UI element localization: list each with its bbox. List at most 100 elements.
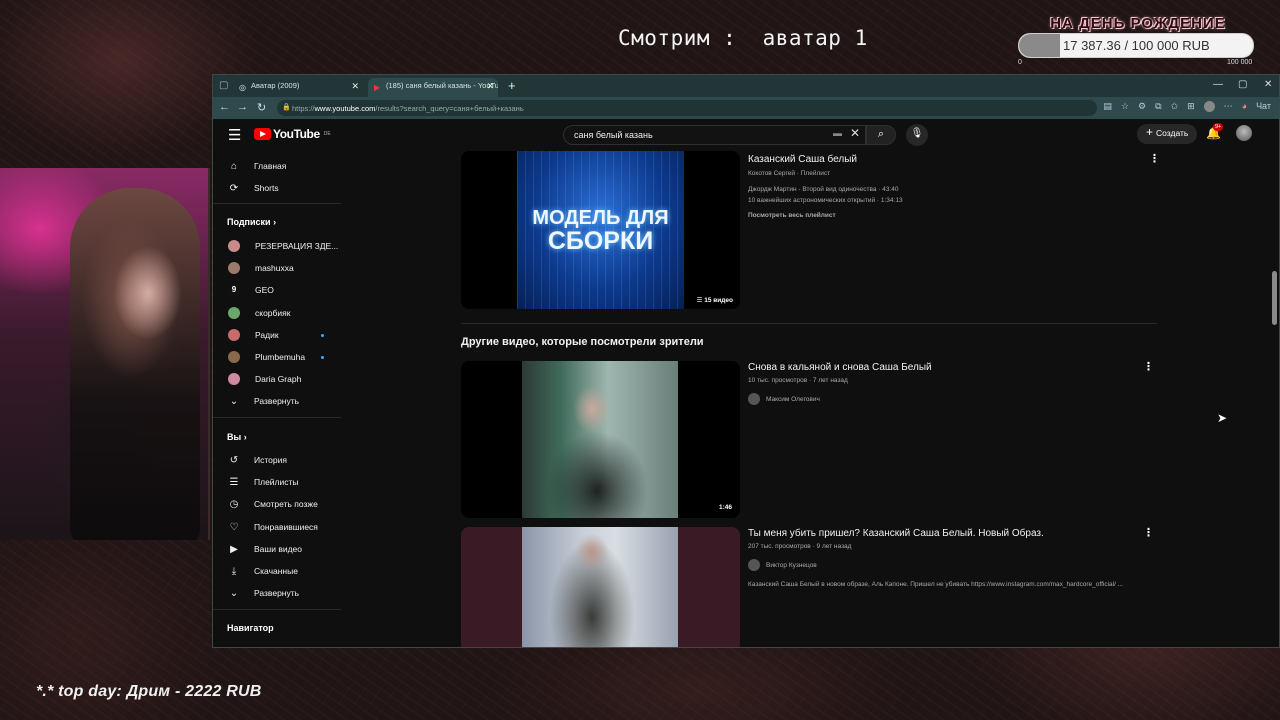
minimize-icon[interactable]: — — [1213, 79, 1223, 90]
plus-icon: + — [1146, 125, 1154, 139]
reload-icon[interactable]: ↻ — [257, 101, 266, 114]
you-header[interactable]: Вы › — [227, 432, 247, 442]
sidebar-item-expand[interactable]: ⌄ Развернуть — [227, 584, 299, 602]
tab-youtube[interactable]: ▶ (185) саня белый казань - YouTube ✕ — [368, 78, 498, 97]
back-icon[interactable]: ← — [219, 101, 230, 113]
sidebar-subscription[interactable]: РЕЗЕРВАЦИЯ ЗДЕ... — [227, 237, 338, 255]
channel-avatar — [228, 262, 240, 274]
sidebar-item-your-videos[interactable]: ▶ Ваши видео — [227, 540, 302, 558]
subscriptions-header[interactable]: Подписки › — [227, 217, 276, 227]
sidebar-subscription[interactable]: Радик — [227, 326, 324, 344]
youtube-favicon-icon: ▶ — [374, 83, 381, 92]
like-icon: ♡ — [229, 521, 239, 533]
split-screen-icon[interactable]: ⧉ — [1155, 101, 1161, 112]
sidebar-subscription[interactable]: 9 GEO — [227, 281, 274, 299]
youtube-logo[interactable]: YouTube DE — [254, 127, 331, 141]
channel-avatar: 9 — [228, 284, 240, 296]
video-channel[interactable]: Виктор Кузнецов — [748, 559, 817, 571]
tab-avatar[interactable]: ◎ Аватар (2009) ✕ — [233, 78, 363, 97]
favorites-icon[interactable]: ✩ — [1171, 101, 1179, 112]
video-title[interactable]: Снова в кальяной и снова Саша Белый — [748, 362, 932, 373]
maximize-icon[interactable]: ▢ — [1238, 79, 1247, 90]
more-actions-icon[interactable]: ⋮ — [1149, 152, 1160, 165]
more-actions-icon[interactable]: ⋮ — [1143, 360, 1154, 373]
video-channel[interactable]: Максим Олегович — [748, 393, 820, 405]
playlist-meta: Кокотов Сергей · Плейлист — [748, 170, 831, 177]
sidebar-subscription[interactable]: Plumbemuha — [227, 348, 324, 366]
sidebar-divider — [213, 203, 341, 204]
sidebar-item-watch-later[interactable]: ◷ Смотреть позже — [227, 495, 318, 513]
page-scrollbar[interactable] — [1272, 119, 1277, 647]
chat-label[interactable]: Чат — [1256, 101, 1271, 112]
account-avatar[interactable] — [1236, 125, 1252, 141]
voice-search-button[interactable]: 🎙 — [906, 124, 928, 146]
video-description: Казанский Саша Белый в новом образе, Аль… — [748, 581, 1124, 588]
address-bar-row: ← → ↻ 🔒 https://www.youtube.com/results?… — [213, 97, 1279, 119]
close-window-icon[interactable]: ✕ — [1264, 79, 1272, 90]
donation-goal-max: 100 000 — [1227, 59, 1253, 66]
playlist-item[interactable]: Джордж Мартин - Второй вид одиночества ·… — [748, 186, 899, 193]
close-tab-icon[interactable]: ✕ — [351, 81, 359, 92]
video-thumbnail[interactable]: 1:46 — [461, 361, 740, 518]
microphone-icon: 🎙 — [910, 128, 924, 139]
scrollbar-thumb[interactable] — [1272, 271, 1277, 325]
webcam-feed — [0, 168, 210, 540]
more-actions-icon[interactable]: ⋮ — [1143, 526, 1154, 539]
collections-icon[interactable]: ⊞ — [1187, 101, 1195, 112]
view-full-playlist-link[interactable]: Посмотреть весь плейлист — [748, 212, 836, 219]
keyboard-icon[interactable]: ▬ — [833, 128, 842, 138]
video-thumbnail[interactable] — [461, 527, 740, 647]
donation-goal-bar: 17 387.36 / 100 000 RUB — [1018, 33, 1254, 58]
sidebar-expand-subscriptions[interactable]: ⌄ Развернуть — [227, 392, 299, 410]
streamer-figure — [70, 188, 200, 540]
watch-later-icon: ◷ — [229, 498, 239, 510]
video-meta: 207 тыс. просмотров · 9 лет назад — [748, 543, 852, 550]
channel-avatar — [228, 240, 240, 252]
favorite-star-icon[interactable]: ☆ — [1121, 101, 1129, 112]
clear-search-icon[interactable]: ✕ — [850, 126, 860, 140]
sidebar-subscription[interactable]: mashuxxa — [227, 259, 294, 277]
playlist-item[interactable]: 10 важнейших астрономических открытий · … — [748, 197, 903, 204]
playlist-count-badge: ☰ 15 видео — [693, 295, 736, 305]
forward-icon[interactable]: → — [237, 101, 248, 113]
sidebar-item-history[interactable]: ↺ История — [227, 451, 287, 469]
playlist-thumbnail[interactable]: МОДЕЛЬ ДЛЯ СБОРКИ ☰ 15 видео — [461, 151, 740, 309]
close-tab-icon[interactable]: ✕ — [486, 81, 494, 92]
reader-icon[interactable]: ▤ — [1103, 101, 1112, 112]
video-title[interactable]: Ты меня убить пришел? Казанский Саша Бел… — [748, 528, 1044, 539]
copilot-icon[interactable]: ◕ — [1242, 101, 1247, 112]
donation-goal-text: 17 387.36 / 100 000 RUB — [1063, 38, 1210, 53]
playlist-icon: ☰ — [696, 297, 703, 304]
tab-bar: ▢ ◎ Аватар (2009) ✕ ▶ (185) саня белый к… — [213, 75, 1279, 97]
sidebar-item-liked[interactable]: ♡ Понравившиеся — [227, 518, 318, 536]
url-input[interactable]: 🔒 https://www.youtube.com/results?search… — [277, 100, 1097, 116]
sidebar-subscription[interactable]: скорбияк — [227, 304, 290, 322]
sidebar-item-playlists[interactable]: ☰ Плейлисты — [227, 473, 299, 491]
new-tab-icon[interactable]: + — [508, 78, 516, 93]
menu-icon[interactable]: ☰ — [228, 126, 241, 144]
new-content-dot — [321, 355, 324, 359]
extensions-icon[interactable]: ⚙ — [1138, 101, 1146, 112]
more-icon[interactable]: ⋯ — [1224, 101, 1233, 112]
sidebar-item-home[interactable]: ⌂ Главная — [227, 157, 286, 175]
create-button[interactable]: + Создать — [1137, 124, 1198, 144]
channel-avatar — [748, 559, 760, 571]
channel-avatar — [228, 373, 240, 385]
sidebar-item-shorts[interactable]: ⟳ Shorts — [227, 179, 279, 197]
playlist-title[interactable]: Казанский Саша белый — [748, 154, 857, 165]
chevron-right-icon: › — [273, 217, 277, 227]
sidebar-item-downloads[interactable]: ⤓ Скачанные — [227, 562, 298, 580]
sidebar-subscription[interactable]: Daria Graph — [227, 370, 301, 388]
channel-avatar — [228, 329, 240, 341]
search-input[interactable]: саня белый казань — [563, 125, 866, 145]
channel-avatar — [228, 351, 240, 363]
tab-actions-icon[interactable]: ▢ — [219, 80, 231, 92]
search-button[interactable]: ⌕ — [866, 125, 896, 145]
youtube-play-icon — [254, 128, 271, 140]
search-icon: ⌕ — [877, 128, 885, 140]
video-thumbnail-art — [522, 527, 678, 647]
home-icon: ⌂ — [230, 160, 238, 172]
lock-icon: 🔒 — [282, 104, 291, 111]
notifications-badge: 9+ — [1213, 123, 1224, 131]
profile-icon[interactable] — [1203, 101, 1215, 112]
